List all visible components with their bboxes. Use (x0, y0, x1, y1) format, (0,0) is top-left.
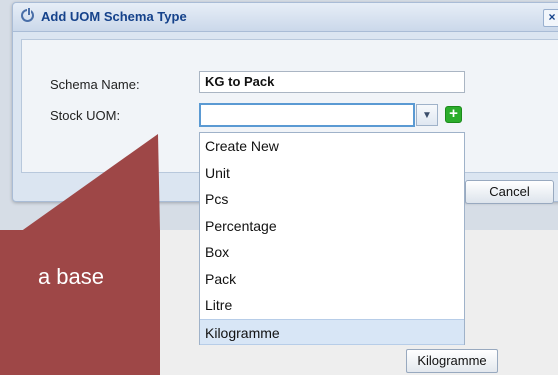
list-item[interactable]: Pcs (200, 186, 464, 213)
power-icon (21, 8, 34, 22)
chevron-down-icon: ▼ (422, 110, 432, 121)
add-uom-icon[interactable]: + (445, 106, 462, 123)
dialog-titlebar: Add UOM Schema Type × (13, 3, 558, 32)
list-item[interactable]: Litre (200, 292, 464, 319)
list-item[interactable]: Percentage (200, 213, 464, 240)
stock-uom-label: Stock UOM: (50, 108, 121, 123)
schema-name-input[interactable]: KG to Pack (199, 71, 465, 93)
close-button[interactable]: × (543, 9, 558, 27)
dialog-title: Add UOM Schema Type (41, 9, 187, 24)
dropdown-trigger[interactable]: ▼ (416, 104, 438, 126)
stock-uom-input[interactable] (199, 103, 415, 127)
list-item[interactable]: Create New (200, 133, 464, 160)
list-item[interactable]: Box (200, 239, 464, 266)
cancel-button[interactable]: Cancel (465, 180, 554, 204)
schema-name-label: Schema Name: (50, 77, 140, 92)
list-item[interactable]: Pack (200, 266, 464, 293)
list-item[interactable]: Unit (200, 160, 464, 187)
kilogramme-button[interactable]: Kilogramme (406, 349, 498, 373)
list-item-selected[interactable]: Kilogramme (200, 318, 464, 345)
stock-uom-dropdown-list: Create New Unit Pcs Percentage Box Pack … (199, 132, 465, 345)
tooltip-callout (0, 230, 160, 375)
callout-text: a base (37, 264, 104, 289)
